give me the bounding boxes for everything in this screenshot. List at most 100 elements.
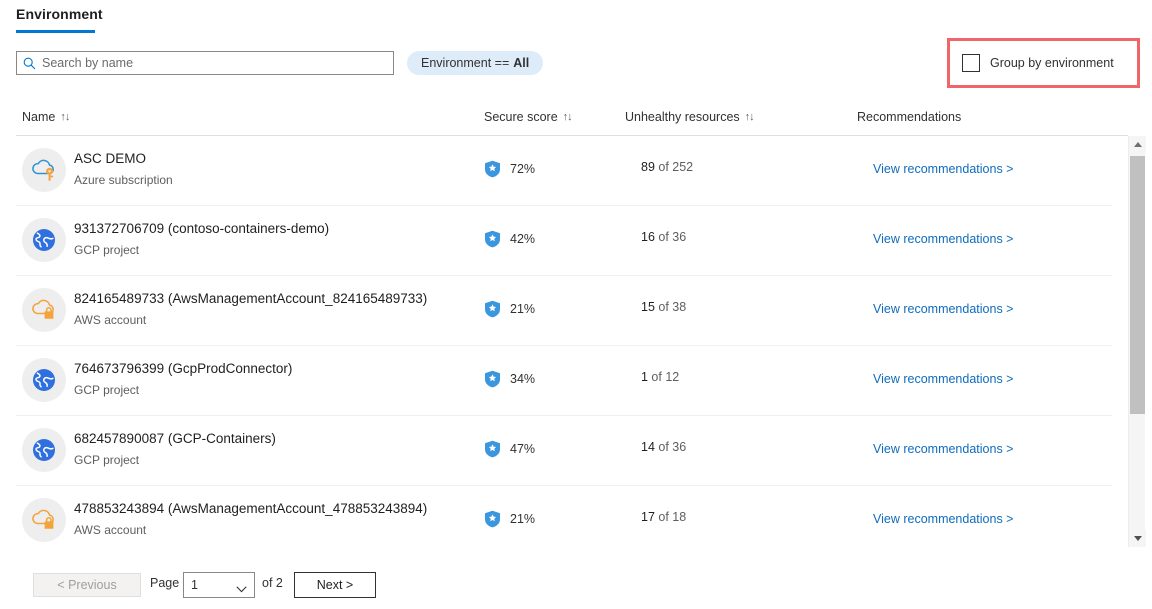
secure-score-value: 42%	[510, 232, 536, 246]
secure-score-value: 34%	[510, 372, 536, 386]
sort-arrows-icon[interactable]: ↑↓	[563, 111, 573, 123]
column-header-recommendations-label: Recommendations	[857, 110, 962, 124]
unhealthy-resources-cell: 15 of 38	[641, 300, 686, 314]
secure-score-cell: 42%	[484, 230, 535, 248]
previous-page-button[interactable]: < Previous	[33, 573, 141, 597]
environment-type: AWS account	[74, 313, 147, 327]
gcp-globe-icon	[22, 218, 66, 262]
table-row[interactable]: 478853243894 (AwsManagementAccount_47885…	[16, 486, 1112, 547]
view-recommendations-link[interactable]: View recommendations >	[873, 162, 1013, 176]
recommendations-cell: View recommendations >	[873, 510, 1013, 528]
environment-name: 824165489733 (AwsManagementAccount_82416…	[74, 291, 428, 306]
scrollbar-thumb[interactable]	[1130, 156, 1145, 414]
environment-type: GCP project	[74, 243, 140, 257]
unhealthy-resources-count: 16	[641, 230, 655, 244]
environment-name-cell: 478853243894 (AwsManagementAccount_47885…	[74, 500, 494, 539]
shield-icon	[484, 510, 501, 528]
secure-score-cell: 47%	[484, 440, 535, 458]
secure-score-cell: 34%	[484, 370, 535, 388]
secure-score-value: 21%	[510, 512, 536, 526]
unhealthy-resources-count: 17	[641, 510, 655, 524]
secure-score-cell: 21%	[484, 510, 535, 528]
table-row[interactable]: 682457890087 (GCP-Containers) GCP project…	[16, 416, 1112, 486]
table-row[interactable]: ASC DEMO Azure subscription 72% 89 of 252 Vi…	[16, 136, 1112, 206]
environment-type: GCP project	[74, 453, 140, 467]
unhealthy-resources-total: of 18	[654, 510, 687, 524]
environment-name-cell: 931372706709 (contoso-containers-demo) GC…	[74, 220, 494, 259]
unhealthy-resources-total: of 36	[654, 440, 687, 454]
unhealthy-resources-cell: 16 of 36	[641, 230, 686, 244]
recommendations-cell: View recommendations >	[873, 300, 1013, 318]
column-header-secure-score[interactable]: Secure score ↑↓	[484, 110, 573, 124]
recommendations-cell: View recommendations >	[873, 160, 1013, 178]
unhealthy-resources-cell: 1 of 12	[641, 370, 679, 384]
aws-cloud-lock-icon	[22, 288, 66, 332]
aws-cloud-lock-icon	[22, 498, 66, 542]
shield-icon	[484, 230, 501, 248]
filter-pill-environment[interactable]: Environment == All	[407, 51, 544, 75]
tab-active-underline	[16, 30, 95, 33]
search-input[interactable]: Search by name	[16, 51, 394, 75]
group-by-environment-checkbox[interactable]: Group by environment	[962, 52, 1114, 74]
view-recommendations-link[interactable]: View recommendations >	[873, 442, 1013, 456]
unhealthy-resources-cell: 17 of 18	[641, 510, 686, 524]
environment-name-cell: 682457890087 (GCP-Containers) GCP project	[74, 430, 494, 469]
unhealthy-resources-total: of 12	[647, 370, 680, 384]
environment-type: AWS account	[74, 523, 147, 537]
environment-type: Azure subscription	[74, 173, 173, 187]
secure-score-value: 21%	[510, 302, 536, 316]
table-row[interactable]: 764673796399 (GcpProdConnector) GCP proje…	[16, 346, 1112, 416]
column-header-name[interactable]: Name ↑↓	[22, 110, 70, 124]
column-header-unhealthy-resources-label: Unhealthy resources	[625, 110, 740, 124]
recommendations-cell: View recommendations >	[873, 230, 1013, 248]
page-number-value: 1	[191, 578, 198, 592]
azure-cloud-key-icon	[22, 148, 66, 192]
scroll-down-arrow-icon[interactable]	[1129, 530, 1146, 547]
sort-arrows-icon[interactable]: ↑↓	[745, 111, 755, 123]
column-header-name-label: Name	[22, 110, 56, 124]
view-recommendations-link[interactable]: View recommendations >	[873, 512, 1013, 526]
environment-name: 764673796399 (GcpProdConnector)	[74, 361, 293, 376]
column-header-unhealthy-resources[interactable]: Unhealthy resources ↑↓	[625, 110, 755, 124]
chevron-down-icon	[236, 582, 247, 592]
column-header-secure-score-label: Secure score	[484, 110, 558, 124]
filter-pill-value: All	[513, 56, 530, 70]
secure-score-value: 47%	[510, 442, 536, 456]
environment-name: 682457890087 (GCP-Containers)	[74, 431, 276, 446]
view-recommendations-link[interactable]: View recommendations >	[873, 372, 1013, 386]
environment-name-cell: 824165489733 (AwsManagementAccount_82416…	[74, 290, 494, 329]
view-recommendations-link[interactable]: View recommendations >	[873, 232, 1013, 246]
scroll-up-arrow-icon[interactable]	[1129, 136, 1146, 153]
unhealthy-resources-cell: 14 of 36	[641, 440, 686, 454]
table-row[interactable]: 931372706709 (contoso-containers-demo) GC…	[16, 206, 1112, 276]
page-total-label: of 2	[262, 576, 283, 590]
search-icon	[23, 57, 36, 70]
unhealthy-resources-count: 15	[641, 300, 655, 314]
secure-score-cell: 21%	[484, 300, 535, 318]
page-number-select[interactable]: 1	[183, 572, 255, 598]
sort-arrows-icon[interactable]: ↑↓	[60, 111, 70, 123]
environment-name-cell: ASC DEMO Azure subscription	[74, 150, 494, 189]
checkbox-icon[interactable]	[962, 54, 980, 72]
unhealthy-resources-cell: 89 of 252	[641, 160, 693, 174]
tab-strip: Environment	[0, 0, 1152, 34]
unhealthy-resources-count: 14	[641, 440, 655, 454]
table-row[interactable]: 824165489733 (AwsManagementAccount_82416…	[16, 276, 1112, 346]
vertical-scrollbar[interactable]	[1128, 136, 1146, 547]
pagination-bar: < Previous Page 1 of 2 Next >	[0, 560, 1152, 609]
environment-name: 478853243894 (AwsManagementAccount_47885…	[74, 501, 428, 516]
unhealthy-resources-count: 1	[641, 370, 648, 384]
environment-name: ASC DEMO	[74, 151, 147, 166]
unhealthy-resources-total: of 252	[654, 160, 694, 174]
filter-pill-prefix: Environment ==	[421, 56, 510, 70]
shield-icon	[484, 160, 501, 178]
security-environment-settings-page: Environment Search by name Environment =…	[0, 0, 1152, 609]
view-recommendations-link[interactable]: View recommendations >	[873, 302, 1013, 316]
environment-type: GCP project	[74, 383, 140, 397]
next-page-button[interactable]: Next >	[294, 572, 376, 598]
tab-environment[interactable]: Environment	[16, 6, 103, 29]
shield-icon	[484, 440, 501, 458]
environment-name: 931372706709 (contoso-containers-demo)	[74, 221, 330, 236]
page-label: Page	[150, 576, 180, 590]
group-by-environment-label: Group by environment	[990, 56, 1114, 70]
